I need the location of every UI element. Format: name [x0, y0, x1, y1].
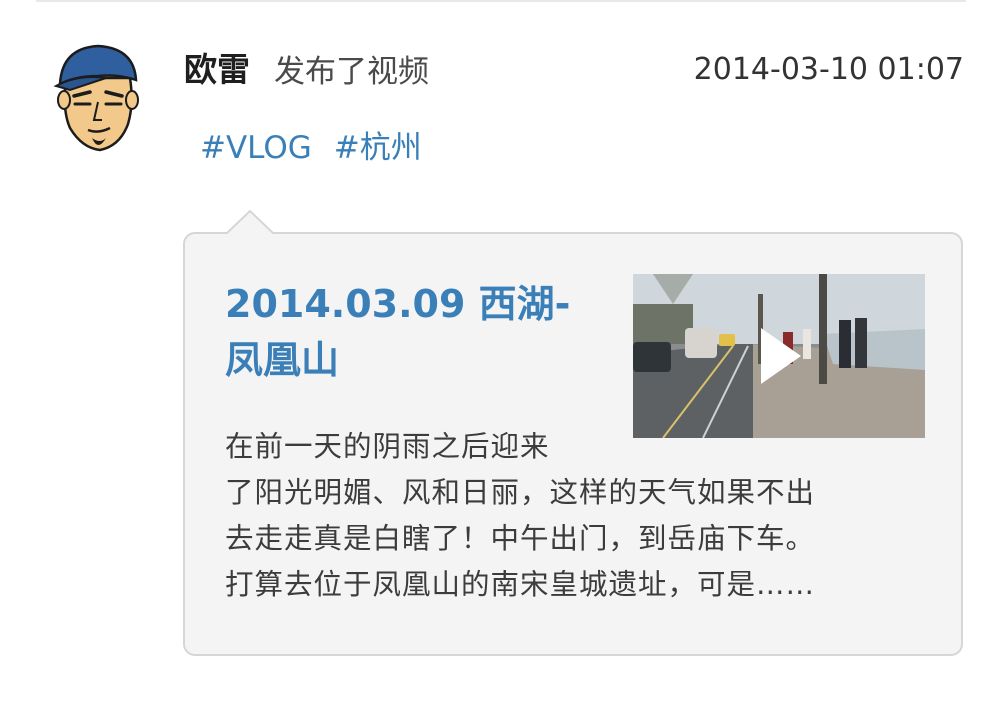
- video-title[interactable]: 2014.03.09 西湖-凤凰山: [225, 276, 605, 388]
- description-line-4: 打算去位于凤凰山的南宋皇城遗址，可是……: [225, 568, 816, 601]
- description-line-3: 去走走真是白瞎了！中午出门，到岳庙下车。: [225, 522, 816, 555]
- video-thumbnail[interactable]: [633, 274, 925, 438]
- tag-vlog[interactable]: #VLOG: [200, 126, 312, 170]
- description-line-2: 了阳光明媚、风和日丽，这样的天气如果不出: [225, 476, 816, 509]
- post-timestamp: 2014-03-10 01:07: [693, 52, 964, 87]
- avatar-illustration: [53, 44, 139, 152]
- card-pointer: [227, 210, 273, 234]
- video-card[interactable]: 2014.03.09 西湖-凤凰山 在前一天的阴雨之后迎来 了阳光明媚、风和日丽…: [183, 232, 963, 656]
- avatar[interactable]: [48, 40, 144, 158]
- tag-list: #VLOG #杭州: [200, 126, 422, 170]
- post-action: 发布了视频: [274, 54, 429, 90]
- play-icon[interactable]: [759, 326, 803, 386]
- description-line-1: 在前一天的阴雨之后迎来: [225, 430, 550, 463]
- tag-hangzhou[interactable]: #杭州: [334, 126, 422, 170]
- top-divider: [36, 0, 966, 2]
- video-description: 在前一天的阴雨之后迎来 了阳光明媚、风和日丽，这样的天气如果不出 去走走真是白瞎…: [225, 424, 925, 608]
- author-name[interactable]: 欧雷: [184, 48, 250, 92]
